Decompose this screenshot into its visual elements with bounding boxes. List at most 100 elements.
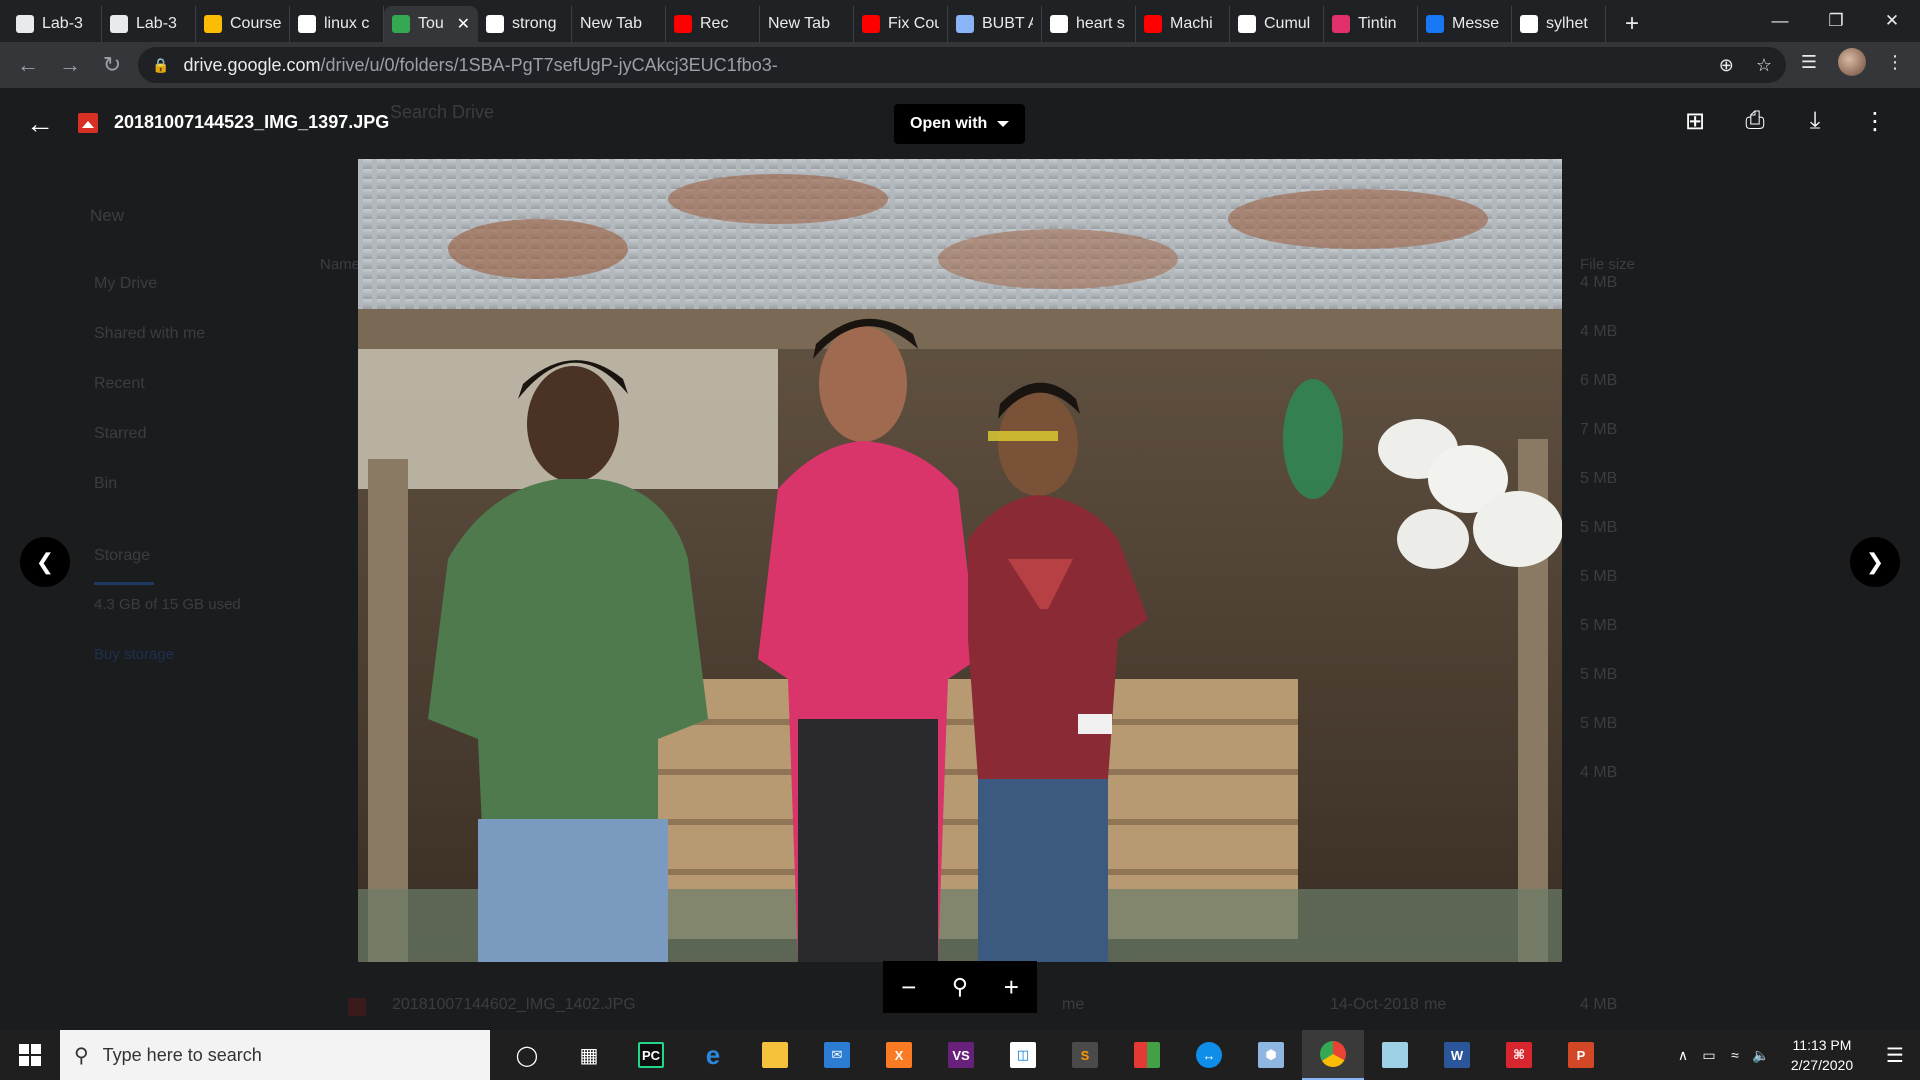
forward-button[interactable]: → <box>52 47 88 83</box>
reload-button[interactable]: ↻ <box>94 47 130 83</box>
xampp-icon[interactable]: X <box>868 1030 930 1080</box>
windows-start-button[interactable] <box>0 1030 60 1080</box>
browser-tab[interactable]: Tou ✕ <box>384 6 478 42</box>
browser-tab[interactable]: Fix Cou <box>854 6 948 42</box>
wifi-icon[interactable]: ≈ <box>1722 1047 1748 1063</box>
more-actions-icon[interactable]: ⋮ <box>1860 106 1890 136</box>
zoom-out-button[interactable]: − <box>889 967 929 1007</box>
taskbar-clock[interactable]: 11:13 PM 2/27/2020 <box>1774 1035 1870 1075</box>
browser-tab[interactable]: New Tab <box>760 6 854 42</box>
drive-nav-shared: Shared with me <box>94 325 206 342</box>
drive-buy-storage: Buy storage <box>94 646 175 663</box>
bookmark-star-icon[interactable]: ☆ <box>1756 55 1772 76</box>
close-window-button[interactable]: ✕ <box>1864 0 1920 42</box>
clock-time: 11:13 PM <box>1792 1037 1852 1053</box>
microsoft-store-icon[interactable]: ◫ <box>992 1030 1054 1080</box>
cortana-icon[interactable]: ◯ <box>496 1030 558 1080</box>
tab-title: sylhet <box>1546 15 1588 32</box>
tab-title: heart s <box>1076 15 1125 32</box>
instagram-icon <box>1332 15 1350 33</box>
media-control-icon[interactable]: ☰ <box>1794 47 1824 77</box>
visual-studio-icon[interactable]: VS <box>930 1030 992 1080</box>
restore-button[interactable]: ❐ <box>1808 0 1864 42</box>
back-button[interactable]: ← <box>10 47 46 83</box>
volume-icon[interactable]: 🔈 <box>1748 1047 1774 1064</box>
browser-tab[interactable]: Lab-3 <box>102 6 196 42</box>
browser-tab[interactable]: sylhet <box>1512 6 1606 42</box>
tab-title: Rec <box>700 15 729 32</box>
next-file-button[interactable]: ❯ <box>1850 537 1900 587</box>
photo-image <box>358 159 1562 962</box>
image-file-icon <box>78 113 98 133</box>
browser-tab[interactable]: linux c <box>290 6 384 42</box>
system-tray: ∧ ▭ ≈ 🔈 11:13 PM 2/27/2020 ☰ <box>1670 1030 1920 1080</box>
browser-tab[interactable]: Course <box>196 6 290 42</box>
word-icon[interactable]: W <box>1426 1030 1488 1080</box>
mail-icon[interactable]: ✉ <box>806 1030 868 1080</box>
photo-preview <box>358 159 1562 962</box>
color-tiles-app-icon[interactable] <box>1116 1030 1178 1080</box>
virtualbox-icon[interactable]: ⬢ <box>1240 1030 1302 1080</box>
chrome-taskbar-icon[interactable] <box>1302 1030 1364 1080</box>
browser-tab[interactable]: Messe <box>1418 6 1512 42</box>
drive-new-button: New <box>90 206 125 225</box>
drive-nav-starred: Starred <box>94 425 147 442</box>
browser-tab[interactable]: strong <box>478 6 572 42</box>
zoom-in-button[interactable]: + <box>991 967 1031 1007</box>
browser-tab[interactable]: Cumul <box>1230 6 1324 42</box>
download-icon[interactable]: ⤓ <box>1800 106 1830 136</box>
browser-tab[interactable]: heart s <box>1042 6 1136 42</box>
bubt-icon <box>956 15 974 33</box>
chevron-up-icon[interactable]: ∧ <box>1670 1047 1696 1064</box>
chevron-right-icon: ❯ <box>1865 549 1885 574</box>
print-icon[interactable]: ⎙ <box>1740 106 1770 136</box>
classroom-yellow-icon <box>204 15 222 33</box>
notepad-icon[interactable] <box>1364 1030 1426 1080</box>
drive-icon <box>392 15 410 33</box>
edge-icon[interactable]: e <box>682 1030 744 1080</box>
chrome-menu-icon[interactable]: ⋮ <box>1880 47 1910 77</box>
zoom-magnifier-icon[interactable]: ⚲ <box>940 967 980 1007</box>
acrobat-icon[interactable]: ⌘ <box>1488 1030 1550 1080</box>
drive-file-size: 5 MB <box>1580 470 1618 487</box>
drive-nav-recent: Recent <box>94 375 145 392</box>
new-tab-button[interactable]: + <box>1614 6 1650 42</box>
battery-icon[interactable]: ▭ <box>1696 1047 1722 1064</box>
previous-file-button[interactable]: ❮ <box>20 537 70 587</box>
teamviewer-icon[interactable]: ↔ <box>1178 1030 1240 1080</box>
add-comment-icon[interactable]: ⊞ <box>1680 106 1710 136</box>
profile-avatar[interactable] <box>1838 48 1866 76</box>
browser-tab[interactable]: Lab-3 <box>8 6 102 42</box>
install-icon[interactable]: ⊕ <box>1719 55 1734 76</box>
notification-center-icon[interactable]: ☰ <box>1870 1030 1920 1080</box>
tab-title: Messe <box>1452 15 1500 32</box>
task-view-icon[interactable]: ▦ <box>558 1030 620 1080</box>
windows-logo-icon <box>19 1044 41 1066</box>
browser-tab[interactable]: Rec <box>666 6 760 42</box>
youtube-icon <box>862 15 880 33</box>
open-with-button[interactable]: Open with <box>894 104 1026 144</box>
tab-title: Machi <box>1170 15 1213 32</box>
clock-date: 2/27/2020 <box>1790 1057 1854 1073</box>
minimize-button[interactable]: — <box>1752 0 1808 42</box>
browser-tab[interactable]: Machi <box>1136 6 1230 42</box>
close-tab-icon[interactable]: ✕ <box>457 14 470 34</box>
close-viewer-arrow-icon[interactable]: ← <box>24 108 56 140</box>
browser-tab[interactable]: New Tab <box>572 6 666 42</box>
powerpoint-icon[interactable]: P <box>1550 1030 1612 1080</box>
file-explorer-icon[interactable] <box>744 1030 806 1080</box>
tab-title: Course <box>230 15 281 32</box>
google-icon <box>298 15 316 33</box>
google-icon <box>486 15 504 33</box>
zoom-controls: − ⚲ + <box>883 961 1037 1013</box>
sublime-text-icon[interactable]: S <box>1054 1030 1116 1080</box>
drive-nav-my-drive: My Drive <box>94 275 158 292</box>
browser-tab[interactable]: Tintin <box>1324 6 1418 42</box>
pycharm-icon[interactable]: PC <box>620 1030 682 1080</box>
drive-nav-bin: Bin <box>94 475 118 492</box>
taskbar-search-box[interactable]: ⚲ Type here to search <box>60 1030 490 1080</box>
drive-file-size: 5 MB <box>1580 666 1618 683</box>
browser-tab[interactable]: BUBT A <box>948 6 1042 42</box>
drive-storage-used: 4.3 GB of 15 GB used <box>94 596 241 613</box>
address-bar[interactable]: 🔒 drive.google.com/drive/u/0/folders/1SB… <box>138 47 1786 83</box>
